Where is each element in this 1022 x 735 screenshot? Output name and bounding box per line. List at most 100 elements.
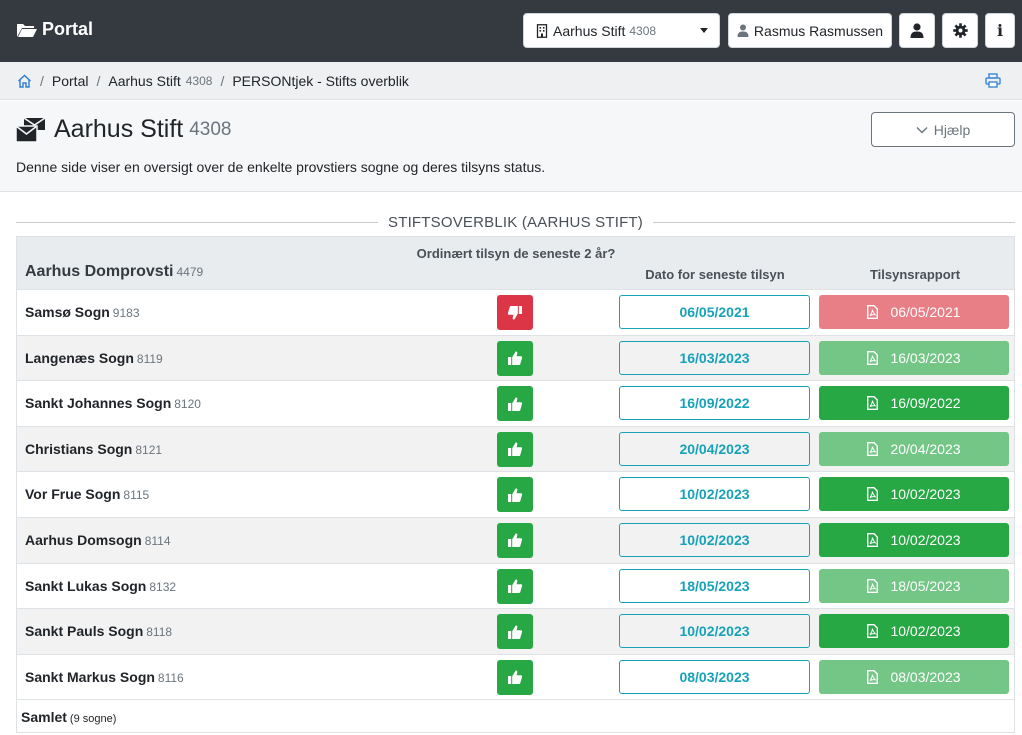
seneste-tilsyn-date-button[interactable]: 16/03/2023 xyxy=(619,340,810,375)
seneste-tilsyn-date-button[interactable]: 20/04/2023 xyxy=(619,431,810,466)
tilsyn-status-badge xyxy=(497,659,533,695)
table-row: Sankt Markus Sogn 8116 08/03/2023 08/03/202… xyxy=(17,654,1014,701)
samlet-text: Samlet xyxy=(21,709,67,726)
thumbs-up-icon xyxy=(508,351,523,366)
tilsynsrapport-date: 10/02/2023 xyxy=(890,531,961,548)
sogn-name-text: Langenæs Sogn xyxy=(25,349,134,366)
page-title: Aarhus Stift 4308 xyxy=(16,115,232,144)
top-navbar: Portal Aarhus Stift 4308 Rasmus Rasmusse… xyxy=(0,0,1022,62)
file-pdf-icon xyxy=(867,396,879,411)
sogn-name: Langenæs Sogn 8119 xyxy=(25,350,163,366)
file-pdf-icon xyxy=(867,305,879,319)
breadcrumb-stift[interactable]: Aarhus Stift xyxy=(108,73,180,89)
user-icon xyxy=(910,23,924,38)
tilsynsrapport-button[interactable]: 10/02/2023 xyxy=(819,522,1009,557)
brand-label: Portal xyxy=(42,19,94,39)
provsti-name: Aarhus Domprovsti xyxy=(25,263,174,280)
user-icon xyxy=(737,24,749,37)
tilsynsrapport-button[interactable]: 10/02/2023 xyxy=(819,477,1009,512)
page-title-number: 4308 xyxy=(189,118,232,140)
sogn-number: 8119 xyxy=(136,351,163,366)
stift-select-label: Aarhus Stift xyxy=(553,22,626,39)
info-icon: i xyxy=(996,21,1004,40)
breadcrumb-separator: / xyxy=(96,73,101,89)
breadcrumb-stift-number: 4308 xyxy=(185,74,213,88)
envelopes-icon xyxy=(16,116,46,143)
help-button[interactable]: Hjælp xyxy=(871,112,1015,147)
profile-button[interactable] xyxy=(899,13,935,48)
seneste-tilsyn-date-button[interactable]: 10/02/2023 xyxy=(619,477,810,512)
provsti-header: Aarhus Domprovsti 4479 xyxy=(25,263,203,281)
sogn-number: 8132 xyxy=(149,579,177,594)
chevron-down-icon xyxy=(916,126,928,133)
file-pdf-icon xyxy=(867,441,879,456)
folder-open-icon xyxy=(17,23,37,37)
settings-button[interactable] xyxy=(942,13,978,48)
sogn-name-text: Sankt Pauls Sogn xyxy=(25,623,144,640)
seneste-tilsyn-date-button[interactable]: 18/05/2023 xyxy=(619,568,810,603)
tilsynsrapport-button[interactable]: 06/05/2021 xyxy=(819,295,1009,329)
tilsynsrapport-button[interactable]: 16/09/2022 xyxy=(819,386,1009,421)
info-button[interactable]: i xyxy=(985,13,1015,48)
sogn-name-text: Aarhus Domsogn xyxy=(25,531,142,548)
sogn-number: 8118 xyxy=(146,625,173,640)
seneste-tilsyn-date-button[interactable]: 16/09/2022 xyxy=(619,386,810,421)
sogn-number: 8121 xyxy=(135,442,163,457)
home-icon[interactable] xyxy=(17,74,32,88)
stift-overview-table: Aarhus Domprovsti 4479 Ordinært tilsyn de… xyxy=(16,236,1015,734)
tilsynsrapport-button[interactable]: 16/03/2023 xyxy=(819,340,1009,375)
tilsynsrapport-date: 10/02/2023 xyxy=(890,623,961,640)
column-header-rapport: Tilsynsrapport xyxy=(869,267,961,282)
table-row: Aarhus Domsogn 8114 10/02/2023 10/02/2023 xyxy=(17,517,1014,564)
file-pdf-icon xyxy=(867,669,879,684)
print-icon[interactable] xyxy=(985,73,1001,88)
divider-line xyxy=(653,221,1015,223)
caret-down-icon xyxy=(700,28,708,33)
seneste-tilsyn-date-button[interactable]: 08/03/2023 xyxy=(619,659,810,694)
sogn-name-text: Samsø Sogn xyxy=(25,304,110,320)
tilsynsrapport-button[interactable]: 10/02/2023 xyxy=(819,614,1009,649)
breadcrumb-separator: / xyxy=(40,73,44,89)
sogn-name-text: Christians Sogn xyxy=(25,440,133,457)
building-icon xyxy=(536,23,548,38)
sogn-name: Vor Frue Sogn 8115 xyxy=(25,486,149,502)
tilsyn-status-badge xyxy=(497,386,533,422)
tilsyn-status-badge xyxy=(497,340,533,376)
seneste-tilsyn-date-button[interactable]: 10/02/2023 xyxy=(619,614,810,649)
thumbs-down-icon xyxy=(507,305,522,320)
page-description: Denne side viser en oversigt over de enk… xyxy=(16,159,546,175)
section-divider: STIFTSOVERBLIK (AARHUS STIFT) xyxy=(16,212,1015,232)
tilsyn-status-badge xyxy=(497,431,533,467)
file-pdf-icon xyxy=(867,532,879,547)
sogn-number: 8116 xyxy=(157,670,184,685)
tilsynsrapport-button[interactable]: 08/03/2023 xyxy=(819,659,1009,694)
tilsynsrapport-date: 06/05/2021 xyxy=(890,304,961,320)
brand-link[interactable]: Portal xyxy=(16,19,93,40)
file-pdf-icon xyxy=(867,578,879,593)
samlet-count: (9 sogne) xyxy=(69,713,117,726)
thumbs-up-icon xyxy=(508,533,523,548)
page-header: Aarhus Stift 4308 Hjælp Denne side viser… xyxy=(0,101,1022,192)
tilsyn-status-badge xyxy=(497,295,533,330)
tilsynsrapport-button[interactable]: 20/04/2023 xyxy=(819,431,1009,466)
sogn-number: 8115 xyxy=(123,488,150,503)
user-button[interactable]: Rasmus Rasmussen xyxy=(728,13,892,48)
table-header: Aarhus Domprovsti 4479 Ordinært tilsyn de… xyxy=(17,237,1014,290)
breadcrumb-portal[interactable]: Portal xyxy=(52,73,89,89)
section-title: STIFTSOVERBLIK (AARHUS STIFT) xyxy=(388,213,643,231)
sogn-name: Samsø Sogn 9183 xyxy=(25,304,140,320)
tilsynsrapport-date: 08/03/2023 xyxy=(890,668,961,685)
provsti-number: 4479 xyxy=(176,265,204,279)
table-footer: Samlet (9 sogne) xyxy=(17,700,1014,733)
sogn-name-text: Sankt Lukas Sogn xyxy=(25,577,147,594)
sogn-name: Christians Sogn 8121 xyxy=(25,441,162,457)
tilsynsrapport-button[interactable]: 18/05/2023 xyxy=(819,568,1009,603)
stift-select[interactable]: Aarhus Stift 4308 xyxy=(523,13,720,48)
sogn-name: Sankt Markus Sogn 8116 xyxy=(25,669,184,685)
sogn-name-text: Sankt Johannes Sogn xyxy=(25,395,172,412)
column-header-ordinaert: Ordinært tilsyn de seneste 2 år? xyxy=(416,246,616,261)
help-label: Hjælp xyxy=(933,121,971,138)
seneste-tilsyn-date-button[interactable]: 06/05/2021 xyxy=(619,295,810,329)
seneste-tilsyn-date-button[interactable]: 10/02/2023 xyxy=(619,522,810,557)
tilsynsrapport-date: 16/09/2022 xyxy=(890,395,961,412)
